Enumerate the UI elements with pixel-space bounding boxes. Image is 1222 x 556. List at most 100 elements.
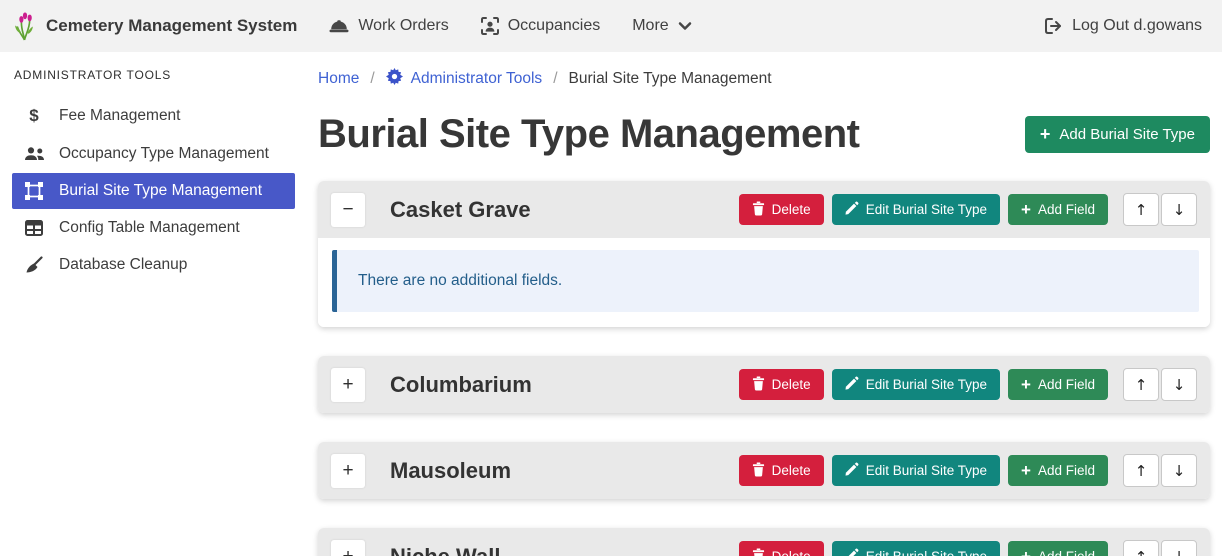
edit-burial-site-type-button[interactable]: Edit Burial Site Type bbox=[832, 194, 1000, 225]
logout-icon bbox=[1045, 18, 1063, 34]
trash-icon bbox=[752, 376, 765, 394]
move-down-button[interactable]: ↓ bbox=[1161, 368, 1197, 401]
delete-label: Delete bbox=[772, 463, 811, 478]
main-content: Home / Administrator Tools / Burial Site… bbox=[302, 52, 1222, 556]
collapse-toggle-button[interactable]: − bbox=[331, 193, 365, 227]
expand-toggle-button[interactable]: + bbox=[331, 368, 365, 402]
breadcrumb-home-link[interactable]: Home bbox=[318, 70, 359, 88]
add-field-label: Add Field bbox=[1038, 463, 1095, 478]
edit-burial-site-type-button[interactable]: Edit Burial Site Type bbox=[832, 369, 1000, 400]
logout-button[interactable]: Log Out d.gowans bbox=[1045, 17, 1202, 35]
breadcrumb-administrator-tools-label: Administrator Tools bbox=[411, 70, 543, 88]
users-icon bbox=[22, 147, 46, 161]
trash-icon bbox=[752, 462, 765, 480]
move-up-button[interactable]: ↑ bbox=[1123, 540, 1159, 556]
nav-work-orders-label: Work Orders bbox=[358, 17, 448, 35]
broom-icon bbox=[22, 256, 46, 274]
sidebar-item-label: Config Table Management bbox=[59, 219, 240, 237]
move-up-button[interactable]: ↑ bbox=[1123, 193, 1159, 226]
reorder-button-group: ↑ ↓ bbox=[1123, 368, 1197, 401]
no-fields-alert: There are no additional fields. bbox=[332, 250, 1199, 312]
panel-header: + Columbarium Delete bbox=[318, 356, 1210, 413]
pencil-icon bbox=[845, 548, 859, 556]
table-icon bbox=[22, 220, 46, 236]
move-down-button[interactable]: ↓ bbox=[1161, 193, 1197, 226]
trash-icon bbox=[752, 548, 765, 556]
logout-label: Log Out d.gowans bbox=[1072, 17, 1202, 35]
delete-label: Delete bbox=[772, 202, 811, 217]
nav-more-label: More bbox=[632, 17, 668, 35]
breadcrumb-current-page: Burial Site Type Management bbox=[569, 70, 772, 88]
panel-niche-wall: + Niche Wall Delete bbox=[318, 528, 1210, 556]
breadcrumb-home-label: Home bbox=[318, 70, 359, 88]
sidebar-heading: ADMINISTRATOR TOOLS bbox=[0, 60, 302, 96]
add-field-button[interactable]: + Add Field bbox=[1008, 369, 1108, 400]
delete-button[interactable]: Delete bbox=[739, 194, 824, 225]
add-field-button[interactable]: + Add Field bbox=[1008, 455, 1108, 486]
add-field-label: Add Field bbox=[1038, 377, 1095, 392]
hard-hat-icon bbox=[329, 19, 349, 34]
reorder-button-group: ↑ ↓ bbox=[1123, 540, 1197, 556]
plus-icon: + bbox=[1040, 125, 1051, 143]
edit-burial-site-type-button[interactable]: Edit Burial Site Type bbox=[832, 541, 1000, 556]
pencil-icon bbox=[845, 462, 859, 479]
sidebar-item-config-table-management[interactable]: Config Table Management bbox=[12, 210, 295, 246]
tulip-logo-icon bbox=[12, 12, 37, 41]
plus-icon: + bbox=[1021, 548, 1031, 556]
sidebar-item-occupancy-type-management[interactable]: Occupancy Type Management bbox=[12, 136, 295, 172]
move-up-button[interactable]: ↑ bbox=[1123, 454, 1159, 487]
chevron-down-icon bbox=[678, 21, 692, 31]
nav-occupancies[interactable]: Occupancies bbox=[481, 17, 601, 35]
app-title[interactable]: Cemetery Management System bbox=[46, 16, 297, 36]
edit-burial-site-type-button[interactable]: Edit Burial Site Type bbox=[832, 455, 1000, 486]
breadcrumb-administrator-tools-link[interactable]: Administrator Tools bbox=[386, 68, 543, 90]
panel-body: There are no additional fields. bbox=[318, 238, 1210, 327]
panel-title: Mausoleum bbox=[390, 458, 739, 484]
delete-button[interactable]: Delete bbox=[739, 541, 824, 556]
breadcrumb-separator: / bbox=[553, 70, 557, 88]
sidebar-item-burial-site-type-management[interactable]: Burial Site Type Management bbox=[12, 173, 295, 209]
move-up-button[interactable]: ↑ bbox=[1123, 368, 1159, 401]
vector-square-icon bbox=[22, 182, 46, 200]
expand-toggle-button[interactable]: + bbox=[331, 454, 365, 488]
edit-label: Edit Burial Site Type bbox=[866, 463, 987, 478]
delete-button[interactable]: Delete bbox=[739, 369, 824, 400]
panel-actions: Delete Edit Burial Site Type + bbox=[739, 193, 1197, 226]
delete-label: Delete bbox=[772, 377, 811, 392]
nav-more[interactable]: More bbox=[632, 17, 691, 35]
edit-label: Edit Burial Site Type bbox=[866, 202, 987, 217]
add-burial-site-type-label: Add Burial Site Type bbox=[1059, 126, 1195, 143]
move-down-button[interactable]: ↓ bbox=[1161, 540, 1197, 556]
panel-mausoleum: + Mausoleum Delete bbox=[318, 442, 1210, 499]
nav-occupancies-label: Occupancies bbox=[508, 17, 601, 35]
sidebar-item-label: Occupancy Type Management bbox=[59, 145, 269, 163]
pencil-icon bbox=[845, 201, 859, 218]
pencil-icon bbox=[845, 376, 859, 393]
sidebar-item-fee-management[interactable]: $ Fee Management bbox=[12, 97, 295, 135]
panel-actions: Delete Edit Burial Site Type + bbox=[739, 454, 1197, 487]
add-field-button[interactable]: + Add Field bbox=[1008, 541, 1108, 556]
nav-work-orders[interactable]: Work Orders bbox=[329, 17, 448, 35]
sidebar-item-label: Fee Management bbox=[59, 107, 181, 125]
reorder-button-group: ↑ ↓ bbox=[1123, 193, 1197, 226]
gear-icon bbox=[386, 68, 403, 90]
expand-toggle-button[interactable]: + bbox=[331, 540, 365, 556]
plus-icon: + bbox=[1021, 376, 1031, 393]
sidebar-item-label: Burial Site Type Management bbox=[59, 182, 262, 200]
plus-icon: + bbox=[1021, 201, 1031, 218]
dollar-icon: $ bbox=[22, 106, 46, 126]
panel-actions: Delete Edit Burial Site Type + bbox=[739, 540, 1197, 556]
delete-button[interactable]: Delete bbox=[739, 455, 824, 486]
panel-header: − Casket Grave Delete bbox=[318, 181, 1210, 238]
add-field-label: Add Field bbox=[1038, 549, 1095, 556]
edit-label: Edit Burial Site Type bbox=[866, 549, 987, 556]
add-field-button[interactable]: + Add Field bbox=[1008, 194, 1108, 225]
move-down-button[interactable]: ↓ bbox=[1161, 454, 1197, 487]
sidebar-item-database-cleanup[interactable]: Database Cleanup bbox=[12, 247, 295, 283]
reorder-button-group: ↑ ↓ bbox=[1123, 454, 1197, 487]
panel-header: + Niche Wall Delete bbox=[318, 528, 1210, 556]
trash-icon bbox=[752, 201, 765, 219]
add-burial-site-type-button[interactable]: + Add Burial Site Type bbox=[1025, 116, 1210, 153]
panel-title: Casket Grave bbox=[390, 197, 739, 223]
top-navbar: Cemetery Management System Work Orders bbox=[0, 0, 1222, 52]
